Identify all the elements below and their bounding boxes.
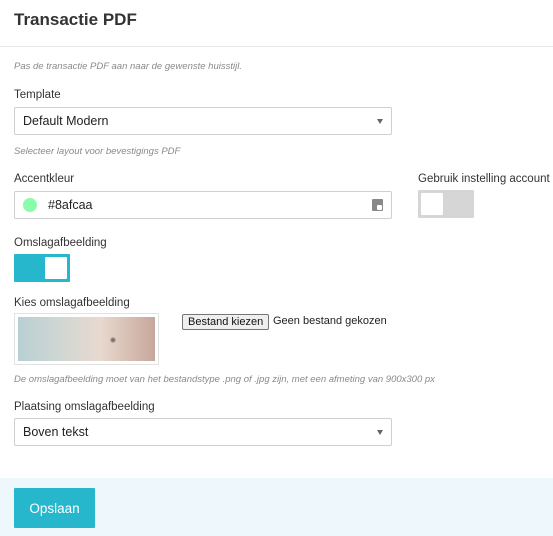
toggle-knob <box>421 193 443 215</box>
color-picker-icon[interactable] <box>372 199 383 211</box>
template-label: Template <box>14 89 61 101</box>
file-status: Geen bestand gekozen <box>273 315 387 327</box>
save-button[interactable]: Opslaan <box>14 488 95 528</box>
accent-color-value: #8afcaa <box>48 198 93 212</box>
account-setting-toggle[interactable] <box>418 190 474 218</box>
cover-image-preview <box>14 313 159 365</box>
accent-color-input[interactable]: #8afcaa <box>14 191 392 219</box>
toggle-knob <box>45 257 67 279</box>
choose-file-button[interactable]: Bestand kiezen <box>182 314 270 330</box>
placement-label: Plaatsing omslagafbeelding <box>14 401 155 413</box>
template-select-value: Default Modern <box>23 114 109 128</box>
template-help: Selecteer layout voor bevestigings PDF <box>14 146 181 157</box>
page-title: Transactie PDF <box>14 10 137 29</box>
cover-toggle[interactable] <box>14 254 70 282</box>
template-select[interactable]: Default Modern <box>14 107 392 135</box>
choose-cover-label: Kies omslagafbeelding <box>14 297 130 309</box>
caret-down-icon <box>377 430 383 435</box>
intro-text: Pas de transactie PDF aan naar de gewens… <box>14 61 242 72</box>
cover-label: Omslagafbeelding <box>14 237 107 249</box>
image-detail <box>110 337 116 343</box>
page-header: Transactie PDF <box>0 0 553 47</box>
cover-help: De omslagafbeelding moet van het bestand… <box>14 374 435 385</box>
accent-label: Accentkleur <box>14 173 75 185</box>
account-setting-label: Gebruik instelling account <box>418 173 550 185</box>
cover-image <box>18 317 155 361</box>
color-swatch <box>23 198 37 212</box>
caret-down-icon <box>377 119 383 124</box>
placement-select[interactable]: Boven tekst <box>14 418 392 446</box>
placement-select-value: Boven tekst <box>23 425 89 439</box>
footer-bar: Opslaan <box>0 478 553 536</box>
